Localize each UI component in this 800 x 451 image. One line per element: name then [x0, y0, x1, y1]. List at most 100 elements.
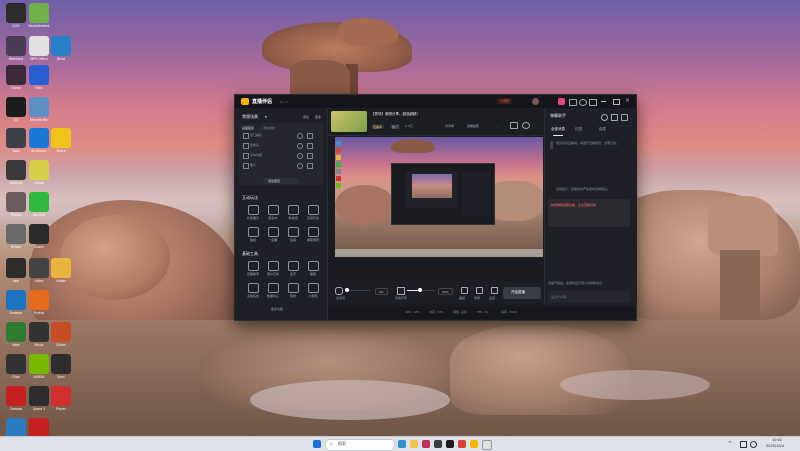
close-icon[interactable]: × [625, 97, 630, 104]
speaker-icon[interactable] [397, 287, 405, 295]
layer-settings-icon[interactable] [307, 143, 313, 149]
feature-icon[interactable] [308, 283, 319, 293]
feature-icon[interactable] [268, 261, 279, 271]
desktop-icon[interactable] [6, 192, 26, 212]
app-icon-4[interactable] [482, 440, 492, 450]
feature-icon[interactable] [288, 261, 299, 271]
taskbar-time[interactable]: 10:02 [772, 438, 782, 442]
volume-icon[interactable] [750, 441, 757, 448]
scene-header[interactable]: 常规场景 [242, 114, 258, 120]
desktop-icon[interactable] [51, 36, 71, 56]
desktop-icon[interactable] [29, 224, 49, 244]
desktop-icon[interactable] [29, 192, 49, 212]
feature-icon[interactable] [288, 283, 299, 293]
layer-lock-icon[interactable] [297, 133, 303, 139]
feature-icon[interactable] [308, 205, 319, 215]
user-avatar[interactable] [532, 98, 539, 105]
watch-guide-button[interactable]: 观看指南 [467, 124, 479, 128]
desktop-icon[interactable] [6, 3, 26, 23]
feature-icon[interactable] [248, 261, 259, 271]
microphone-icon[interactable] [335, 287, 343, 295]
speaker-slider-handle[interactable] [418, 288, 422, 292]
live-app-taskbar-icon[interactable] [470, 440, 478, 448]
feature-icon[interactable] [268, 283, 279, 293]
desktop-icon[interactable] [6, 65, 26, 85]
right-panel-tab[interactable]: 全部消息 [551, 127, 565, 132]
scene-list-subtitle[interactable]: 添加素材 [263, 126, 275, 130]
desktop-icon[interactable] [51, 322, 71, 342]
desktop-icon[interactable] [6, 354, 26, 374]
layer-settings-icon[interactable] [307, 153, 313, 159]
refresh-icon[interactable] [522, 122, 530, 129]
layer-lock-icon[interactable] [297, 153, 303, 159]
wifi-icon[interactable] [740, 441, 747, 448]
layer-item[interactable]: 窗口捕获 [250, 133, 262, 137]
desktop-icon[interactable] [29, 3, 49, 23]
minimize-icon[interactable] [601, 101, 606, 102]
desktop-icon[interactable] [29, 290, 49, 310]
control-icon[interactable] [461, 287, 468, 294]
scene-dropdown-chevron-icon[interactable]: ▾ [265, 115, 267, 119]
desktop-icon[interactable] [29, 386, 49, 406]
feature-icon[interactable] [288, 227, 299, 237]
layer-visibility-icon[interactable] [243, 153, 249, 159]
feature-icon[interactable] [248, 205, 259, 215]
layer-item[interactable]: 文本内容 [250, 153, 262, 157]
desktop-icon[interactable] [6, 290, 26, 310]
desktop-icon[interactable] [6, 128, 26, 148]
desktop-icon[interactable] [29, 418, 49, 438]
app-icon-3[interactable] [458, 440, 466, 448]
gift-icon[interactable] [558, 98, 565, 105]
right-panel-tab[interactable]: 连麦 [599, 127, 606, 132]
desktop-icon[interactable] [6, 160, 26, 180]
layer-item[interactable]: 图片 [250, 163, 256, 167]
right-panel-popout-icon[interactable] [621, 114, 628, 121]
layer-settings-icon[interactable] [307, 163, 313, 169]
right-panel-clear-icon[interactable] [611, 114, 618, 121]
app-icon-2[interactable] [446, 440, 454, 448]
layer-visibility-icon[interactable] [243, 163, 249, 169]
store-icon[interactable] [422, 440, 430, 448]
scene-layout-icon[interactable] [510, 122, 518, 129]
feature-icon[interactable] [268, 205, 279, 215]
desktop-icon[interactable] [29, 322, 49, 342]
desktop-icon[interactable] [29, 36, 49, 56]
settings-icon[interactable] [589, 99, 597, 106]
layer-settings-icon[interactable] [307, 133, 313, 139]
file-explorer-icon[interactable] [410, 440, 418, 448]
layer-lock-icon[interactable] [297, 163, 303, 169]
feature-icon[interactable] [248, 227, 259, 237]
desktop-icon[interactable] [51, 386, 71, 406]
feature-icon[interactable] [248, 283, 259, 293]
desktop-icon[interactable] [6, 224, 26, 244]
desktop-icon[interactable] [6, 418, 26, 438]
scene-add-button[interactable]: 添加 [303, 115, 309, 119]
right-panel-tab[interactable]: 礼物 [575, 127, 582, 132]
share-room-button[interactable]: 分享场 [445, 124, 454, 128]
right-panel-settings-icon[interactable] [601, 114, 608, 121]
desktop-icon[interactable] [6, 36, 26, 56]
room-cover-thumbnail[interactable] [331, 111, 367, 132]
control-icon[interactable] [476, 287, 483, 294]
anniversary-badge[interactable]: 十周年 [497, 98, 513, 104]
desktop-icon[interactable] [29, 97, 49, 117]
start-icon[interactable] [313, 440, 321, 448]
control-icon[interactable] [491, 287, 498, 294]
desktop-icon[interactable] [6, 386, 26, 406]
feature-icon[interactable] [288, 205, 299, 215]
app-icon-1[interactable] [434, 440, 442, 448]
tray-chevron-icon[interactable]: ^ [728, 441, 732, 447]
desktop-icon[interactable] [51, 354, 71, 374]
layer-visibility-icon[interactable] [243, 133, 249, 139]
desktop-icon[interactable] [29, 258, 49, 278]
desktop-icon[interactable] [29, 160, 49, 180]
desktop-icon[interactable] [6, 258, 26, 278]
feature-icon[interactable] [308, 261, 319, 271]
scene-more-button[interactable]: 更多 [315, 115, 321, 119]
taskbar-date[interactable]: 2025/10/4 [766, 444, 784, 448]
desktop-icon[interactable] [29, 128, 49, 148]
mic-slider-handle[interactable] [345, 288, 349, 292]
maximize-icon[interactable] [613, 99, 620, 105]
header-more-button[interactable]: … [497, 124, 500, 128]
layer-item[interactable]: 摄像头 [250, 143, 259, 147]
